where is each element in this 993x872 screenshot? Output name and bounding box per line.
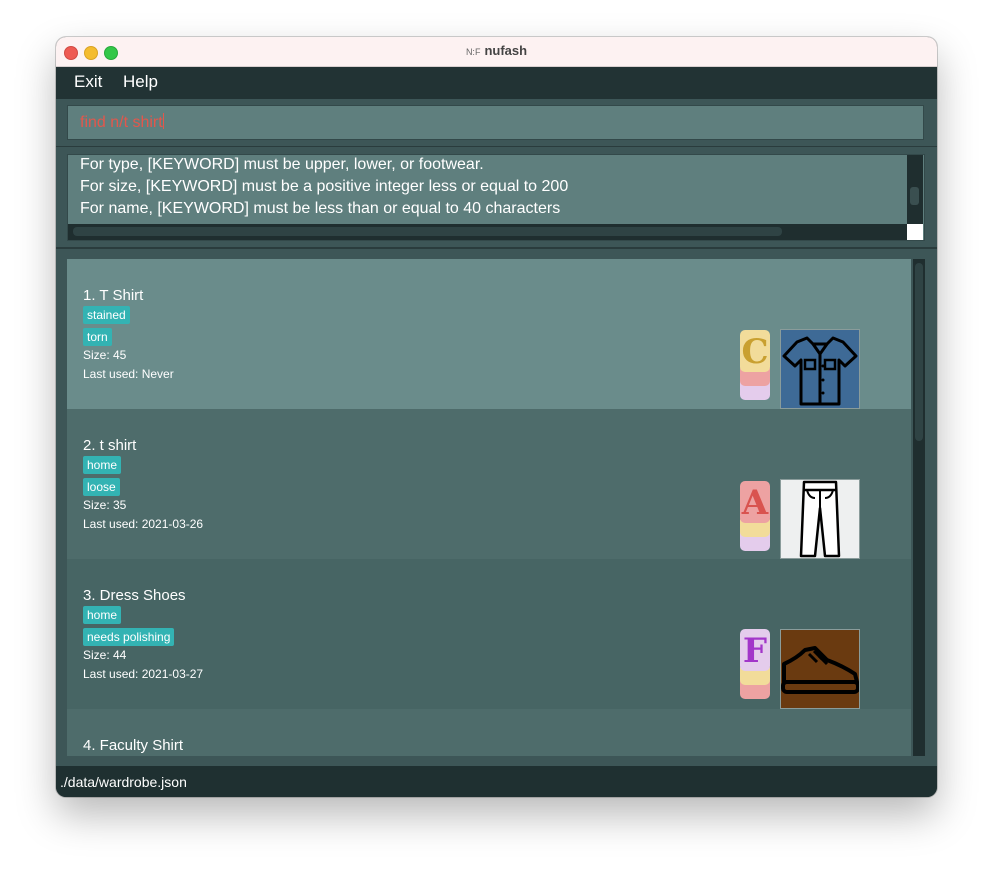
- garment-tag: home: [83, 606, 122, 624]
- garment-tag: stained: [83, 306, 130, 324]
- app-logo-icon: N:F: [465, 47, 481, 57]
- app-window: N:F nufash Exit Help find n/t shirt For t…: [56, 37, 937, 797]
- garment-name: 3. Dress Shoes: [83, 587, 186, 604]
- command-input-text: find n/t shirt: [80, 113, 164, 132]
- list-vertical-scrollbar[interactable]: [913, 259, 925, 756]
- text-caret: [162, 113, 164, 129]
- title-bar: N:F nufash: [56, 37, 937, 67]
- dress-code-badge: F: [740, 629, 770, 699]
- result-line: For type, [KEYWORD] must be upper, lower…: [80, 156, 484, 173]
- garment-card[interactable]: 3. Dress Shoes home needs polishing Size…: [67, 559, 911, 709]
- dress-code-badge: A: [740, 481, 770, 551]
- result-horizontal-scrollbar[interactable]: [68, 224, 908, 240]
- shoe-icon: [781, 646, 860, 694]
- garment-name: 2. t shirt: [83, 437, 137, 454]
- garment-card[interactable]: 2. t shirt home loose Size: 35 Last used…: [67, 409, 911, 559]
- result-line: For size, [KEYWORD] must be a positive i…: [80, 178, 569, 195]
- dress-code-letter: C: [741, 332, 769, 372]
- command-value: find n/t shirt: [80, 114, 163, 131]
- result-horizontal-scroll-thumb[interactable]: [73, 227, 782, 236]
- garment-name: 4. Faculty Shirt: [83, 737, 184, 754]
- garment-last-used: Last used: 2021-03-26: [83, 517, 204, 531]
- garment-tag: loose: [83, 478, 120, 496]
- result-display-area: For type, [KEYWORD] must be upper, lower…: [56, 147, 937, 249]
- status-bar: ./data/wardrobe.json: [56, 766, 937, 797]
- shirt-icon: [782, 336, 858, 406]
- garment-last-used: Last used: Never: [83, 367, 174, 381]
- result-display: For type, [KEYWORD] must be upper, lower…: [67, 154, 925, 241]
- window-title-text: nufash: [484, 43, 528, 58]
- garment-card[interactable]: 1. T Shirt stained torn Size: 45 Last us…: [67, 259, 911, 409]
- result-vertical-scroll-thumb[interactable]: [910, 187, 919, 205]
- scrollbar-corner: [907, 224, 923, 240]
- menu-exit[interactable]: Exit: [74, 72, 102, 92]
- garment-size: Size: 44: [83, 648, 127, 662]
- garment-size: Size: 45: [83, 348, 127, 362]
- garment-image: [780, 479, 860, 559]
- garment-tag: torn: [83, 328, 112, 346]
- data-file-path: ./data/wardrobe.json: [60, 774, 187, 790]
- command-input[interactable]: find n/t shirt: [67, 105, 924, 140]
- dress-code-badge: C: [740, 330, 770, 400]
- result-line: For name, [KEYWORD] must be less than or…: [80, 200, 561, 217]
- menu-help[interactable]: Help: [123, 72, 158, 92]
- pants-icon: [799, 480, 841, 558]
- garment-image: [780, 629, 860, 709]
- garment-list-area: 1. T Shirt stained torn Size: 45 Last us…: [56, 249, 937, 766]
- garment-last-used: Last used: 2021-03-27: [83, 667, 204, 681]
- dress-code-letter: F: [742, 631, 768, 671]
- garment-image: [780, 329, 860, 409]
- garment-tag: home: [83, 456, 122, 474]
- dress-code-letter: A: [741, 483, 769, 523]
- garment-size: Size: 35: [83, 498, 127, 512]
- garment-card[interactable]: 4. Faculty Shirt: [67, 709, 911, 756]
- result-vertical-scrollbar[interactable]: [907, 155, 923, 224]
- garment-name: 1. T Shirt: [83, 287, 144, 304]
- list-vertical-scroll-thumb[interactable]: [915, 263, 923, 441]
- garment-tag: needs polishing: [83, 628, 175, 646]
- garment-list[interactable]: 1. T Shirt stained torn Size: 45 Last us…: [67, 259, 911, 756]
- window-title: N:F nufash: [56, 43, 937, 58]
- command-area: find n/t shirt: [56, 99, 937, 147]
- menu-bar: Exit Help: [56, 67, 937, 99]
